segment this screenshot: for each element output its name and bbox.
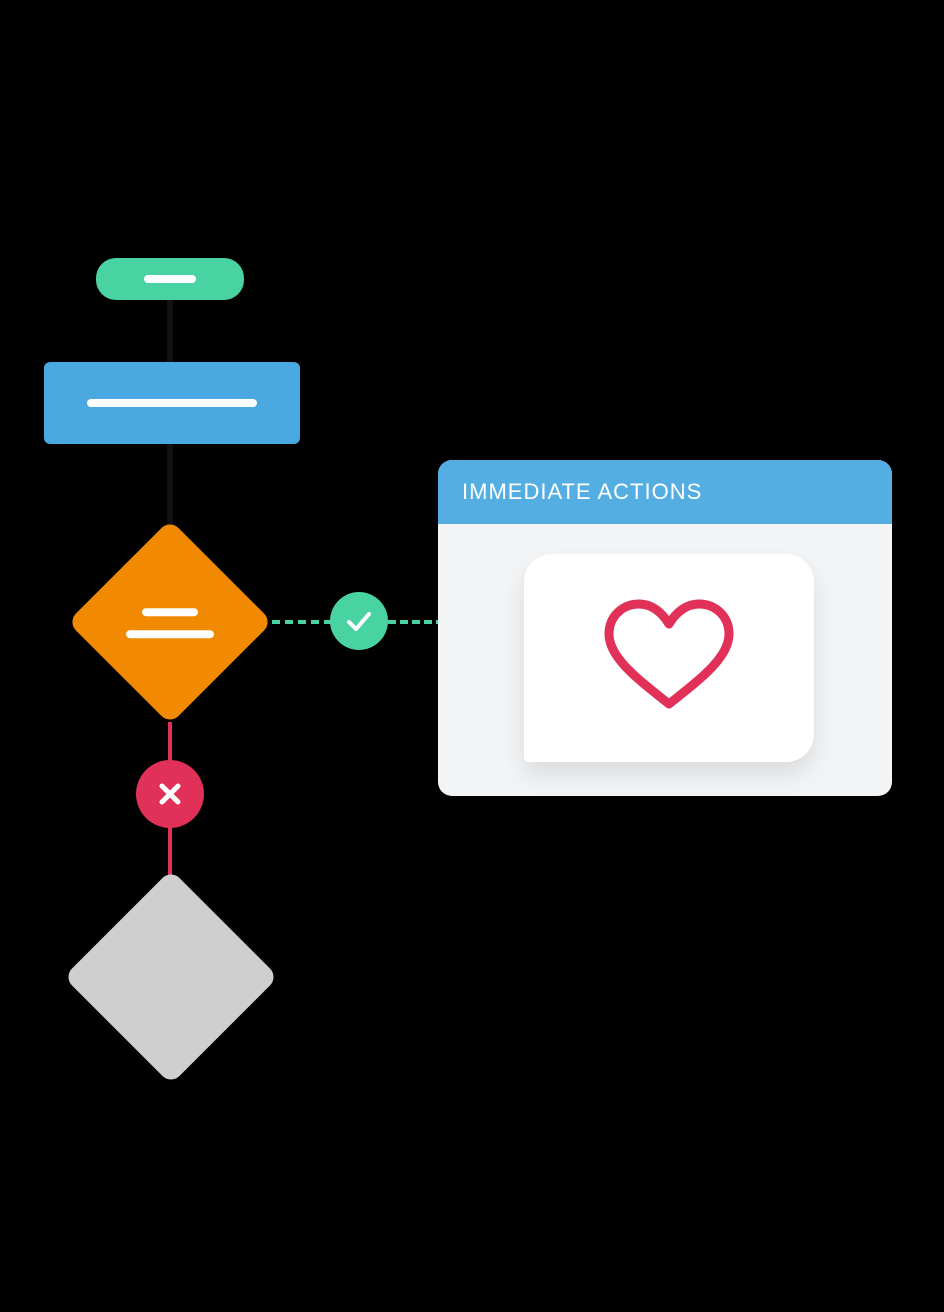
decision-node-empty xyxy=(64,870,278,1084)
decision-node xyxy=(68,520,272,724)
yes-badge xyxy=(330,592,388,650)
start-node xyxy=(96,258,244,300)
placeholder-bar xyxy=(144,275,196,283)
immediate-actions-card: IMMEDIATE ACTIONS xyxy=(438,460,892,796)
process-node xyxy=(44,362,300,444)
flowchart-canvas: IMMEDIATE ACTIONS xyxy=(0,0,944,1312)
placeholder-bars xyxy=(126,608,214,638)
connector xyxy=(167,300,173,362)
placeholder-bar xyxy=(87,399,257,407)
diamond-shape xyxy=(64,870,279,1085)
connector-no xyxy=(168,722,172,760)
no-badge xyxy=(136,760,204,828)
card-header: IMMEDIATE ACTIONS xyxy=(438,460,892,524)
heart-icon xyxy=(599,596,739,721)
connector-yes xyxy=(272,620,332,628)
card-title: IMMEDIATE ACTIONS xyxy=(462,479,702,505)
action-tile xyxy=(524,554,814,762)
